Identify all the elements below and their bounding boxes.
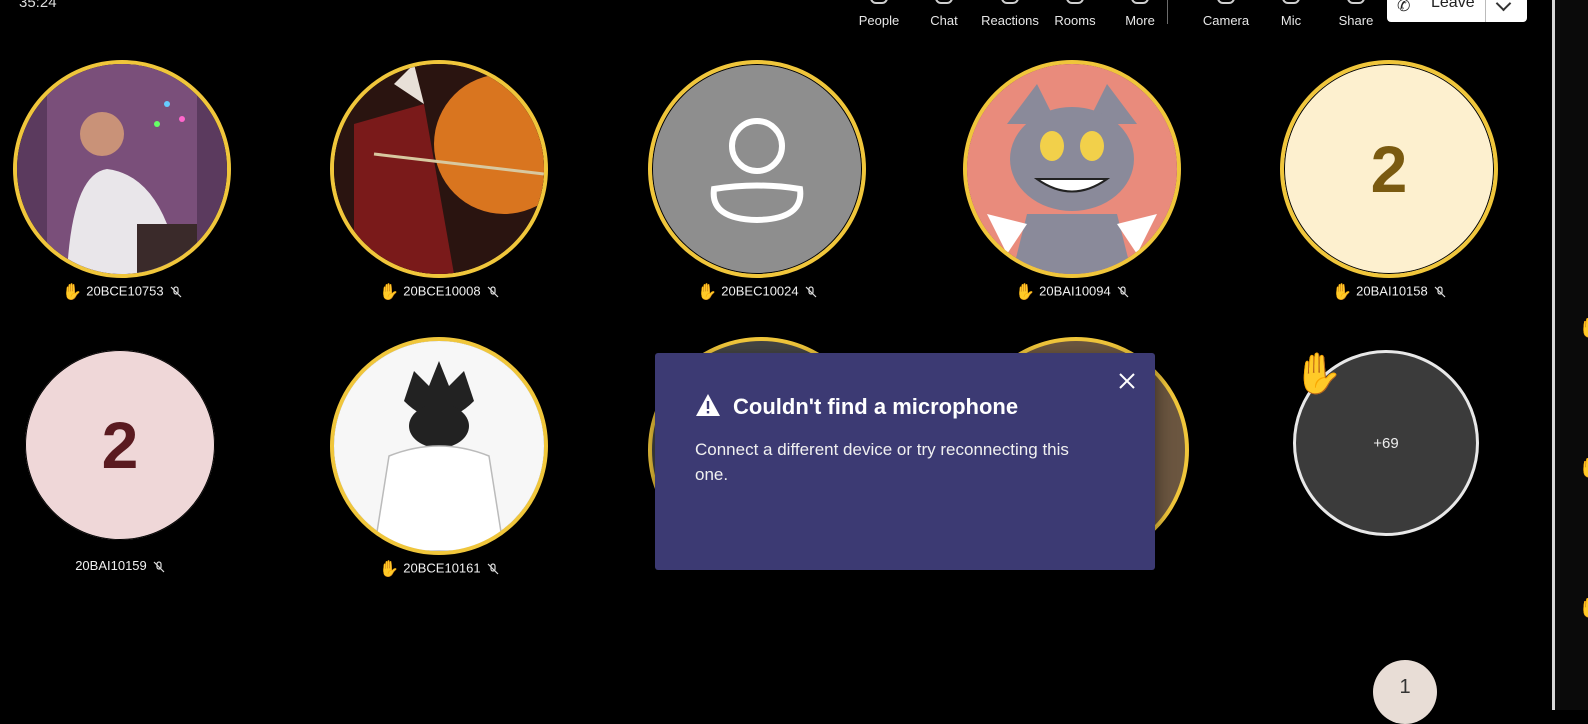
rooms-icon: [1066, 0, 1084, 4]
raised-hand-icon: ✋: [379, 284, 400, 301]
participant-name: 20BCE10008: [403, 283, 481, 299]
person-photo-image: [17, 64, 227, 274]
participant-tile[interactable]: ✋ 20BCE10753: [13, 60, 233, 302]
participant-tile[interactable]: ✋ 20BCE10161: [330, 337, 550, 579]
mic-label: Mic: [1280, 13, 1302, 28]
samurai-art-image: [334, 64, 544, 274]
participant-name-row: 20BAI10159: [11, 558, 229, 573]
participant-avatar-default: [648, 60, 866, 278]
chat-icon: [935, 0, 953, 4]
page-number: 1: [1399, 676, 1411, 698]
participant-name-row: ✋ 20BAI10158: [1280, 282, 1498, 302]
participant-name-row: ✋ 20BCE10161: [330, 559, 548, 579]
share-icon: [1347, 0, 1365, 4]
participant-tile[interactable]: 2 ✋ 20BAI10158: [1280, 60, 1500, 302]
raised-hand-icon: ✋: [1015, 284, 1036, 301]
microphone-error-dialog: Couldn't find a microphone Connect a dif…: [655, 353, 1155, 570]
participant-avatar-initial: 2: [1280, 60, 1498, 278]
participant-name-row: ✋ 20BEC10024: [648, 282, 866, 302]
dialog-title: Couldn't find a microphone: [733, 394, 1019, 419]
avatar-initial: 2: [101, 408, 139, 482]
raised-hand-icon: ✋: [62, 284, 83, 301]
leave-button[interactable]: ✆ Leave: [1387, 0, 1527, 22]
raised-hand-icon: ✋: [697, 284, 718, 301]
participant-tile[interactable]: ✋ 20BEC10024: [648, 60, 868, 302]
avatar-initial: 2: [1370, 132, 1408, 206]
participant-name: 20BAI10094: [1039, 283, 1111, 299]
participant-name-row: ✋ 20BCE10008: [330, 282, 548, 302]
mic-button[interactable]: Mic: [1259, 0, 1323, 34]
chat-label: Chat: [930, 13, 958, 28]
chevron-down-icon[interactable]: [1495, 0, 1512, 12]
meeting-timer: 35:24: [19, 0, 57, 11]
more-label: More: [1125, 13, 1155, 28]
participant-avatar-initial: 2: [25, 350, 215, 540]
camera-button[interactable]: Camera: [1194, 0, 1258, 34]
participant-name: 20BCE10161: [403, 560, 481, 576]
mic-off-icon: [805, 286, 817, 298]
share-label: Share: [1338, 13, 1374, 28]
leave-divider: [1485, 0, 1486, 22]
camera-label: Camera: [1202, 13, 1250, 28]
participant-avatar-photo: [13, 60, 231, 278]
participant-tile[interactable]: ✋ 20BCE10008: [330, 60, 550, 302]
phone-hangup-icon: ✆: [1397, 0, 1411, 15]
raised-hand-icon: ✋: [1578, 455, 1588, 480]
mic-off-icon: [153, 560, 165, 572]
more-button[interactable]: More: [1108, 0, 1172, 34]
raised-hand-icon: ✋: [1332, 284, 1353, 301]
anime-character-image: [334, 341, 544, 551]
more-icon: [1131, 0, 1149, 4]
cartoon-cat-image: [967, 64, 1177, 274]
mic-off-icon: [487, 563, 499, 575]
warning-icon: [696, 394, 720, 416]
reactions-icon: [1001, 0, 1019, 4]
dialog-body: Connect a different device or try reconn…: [695, 440, 1069, 484]
participant-tile[interactable]: 2 20BAI10159: [25, 350, 245, 590]
raised-hand-icon: ✋: [1578, 595, 1588, 620]
participant-name: 20BAI10159: [75, 558, 147, 573]
raised-hand-icon: ✋: [379, 561, 400, 578]
people-label: People: [858, 13, 900, 28]
leave-label: Leave: [1431, 0, 1475, 11]
participant-name-row: ✋ 20BAI10094: [963, 282, 1181, 302]
raised-hand-icon: ✋: [1578, 315, 1588, 340]
mic-off-icon: [1434, 286, 1446, 298]
participant-name: 20BCE10753: [86, 283, 164, 299]
participant-avatar-photo: [330, 337, 548, 555]
share-button[interactable]: Share: [1324, 0, 1388, 34]
people-icon: [870, 0, 888, 4]
rooms-button[interactable]: Rooms: [1043, 0, 1107, 34]
mic-off-icon: [170, 286, 182, 298]
reactions-label: Reactions: [981, 13, 1039, 28]
camera-icon: [1217, 0, 1235, 4]
mic-off-icon: [487, 286, 499, 298]
people-button[interactable]: People: [847, 0, 911, 34]
raised-hand-icon: ✋: [1293, 352, 1343, 396]
close-icon[interactable]: [1117, 371, 1137, 391]
mic-icon: [1282, 0, 1300, 4]
participant-name: 20BEC10024: [721, 283, 799, 299]
participant-avatar-photo: [963, 60, 1181, 278]
participant-name-row: ✋ 20BCE10753: [13, 282, 231, 302]
rooms-label: Rooms: [1054, 13, 1096, 28]
participant-name: 20BAI10158: [1356, 283, 1428, 299]
toolbar-divider: [1167, 0, 1168, 24]
default-person-icon: [710, 118, 804, 224]
participant-avatar-photo: [330, 60, 548, 278]
chat-button[interactable]: Chat: [912, 0, 976, 34]
mic-off-icon: [1117, 286, 1129, 298]
participant-tile[interactable]: ✋ 20BAI10094: [963, 60, 1183, 302]
reactions-button[interactable]: Reactions: [978, 0, 1042, 34]
page-indicator[interactable]: 1: [1373, 660, 1437, 724]
